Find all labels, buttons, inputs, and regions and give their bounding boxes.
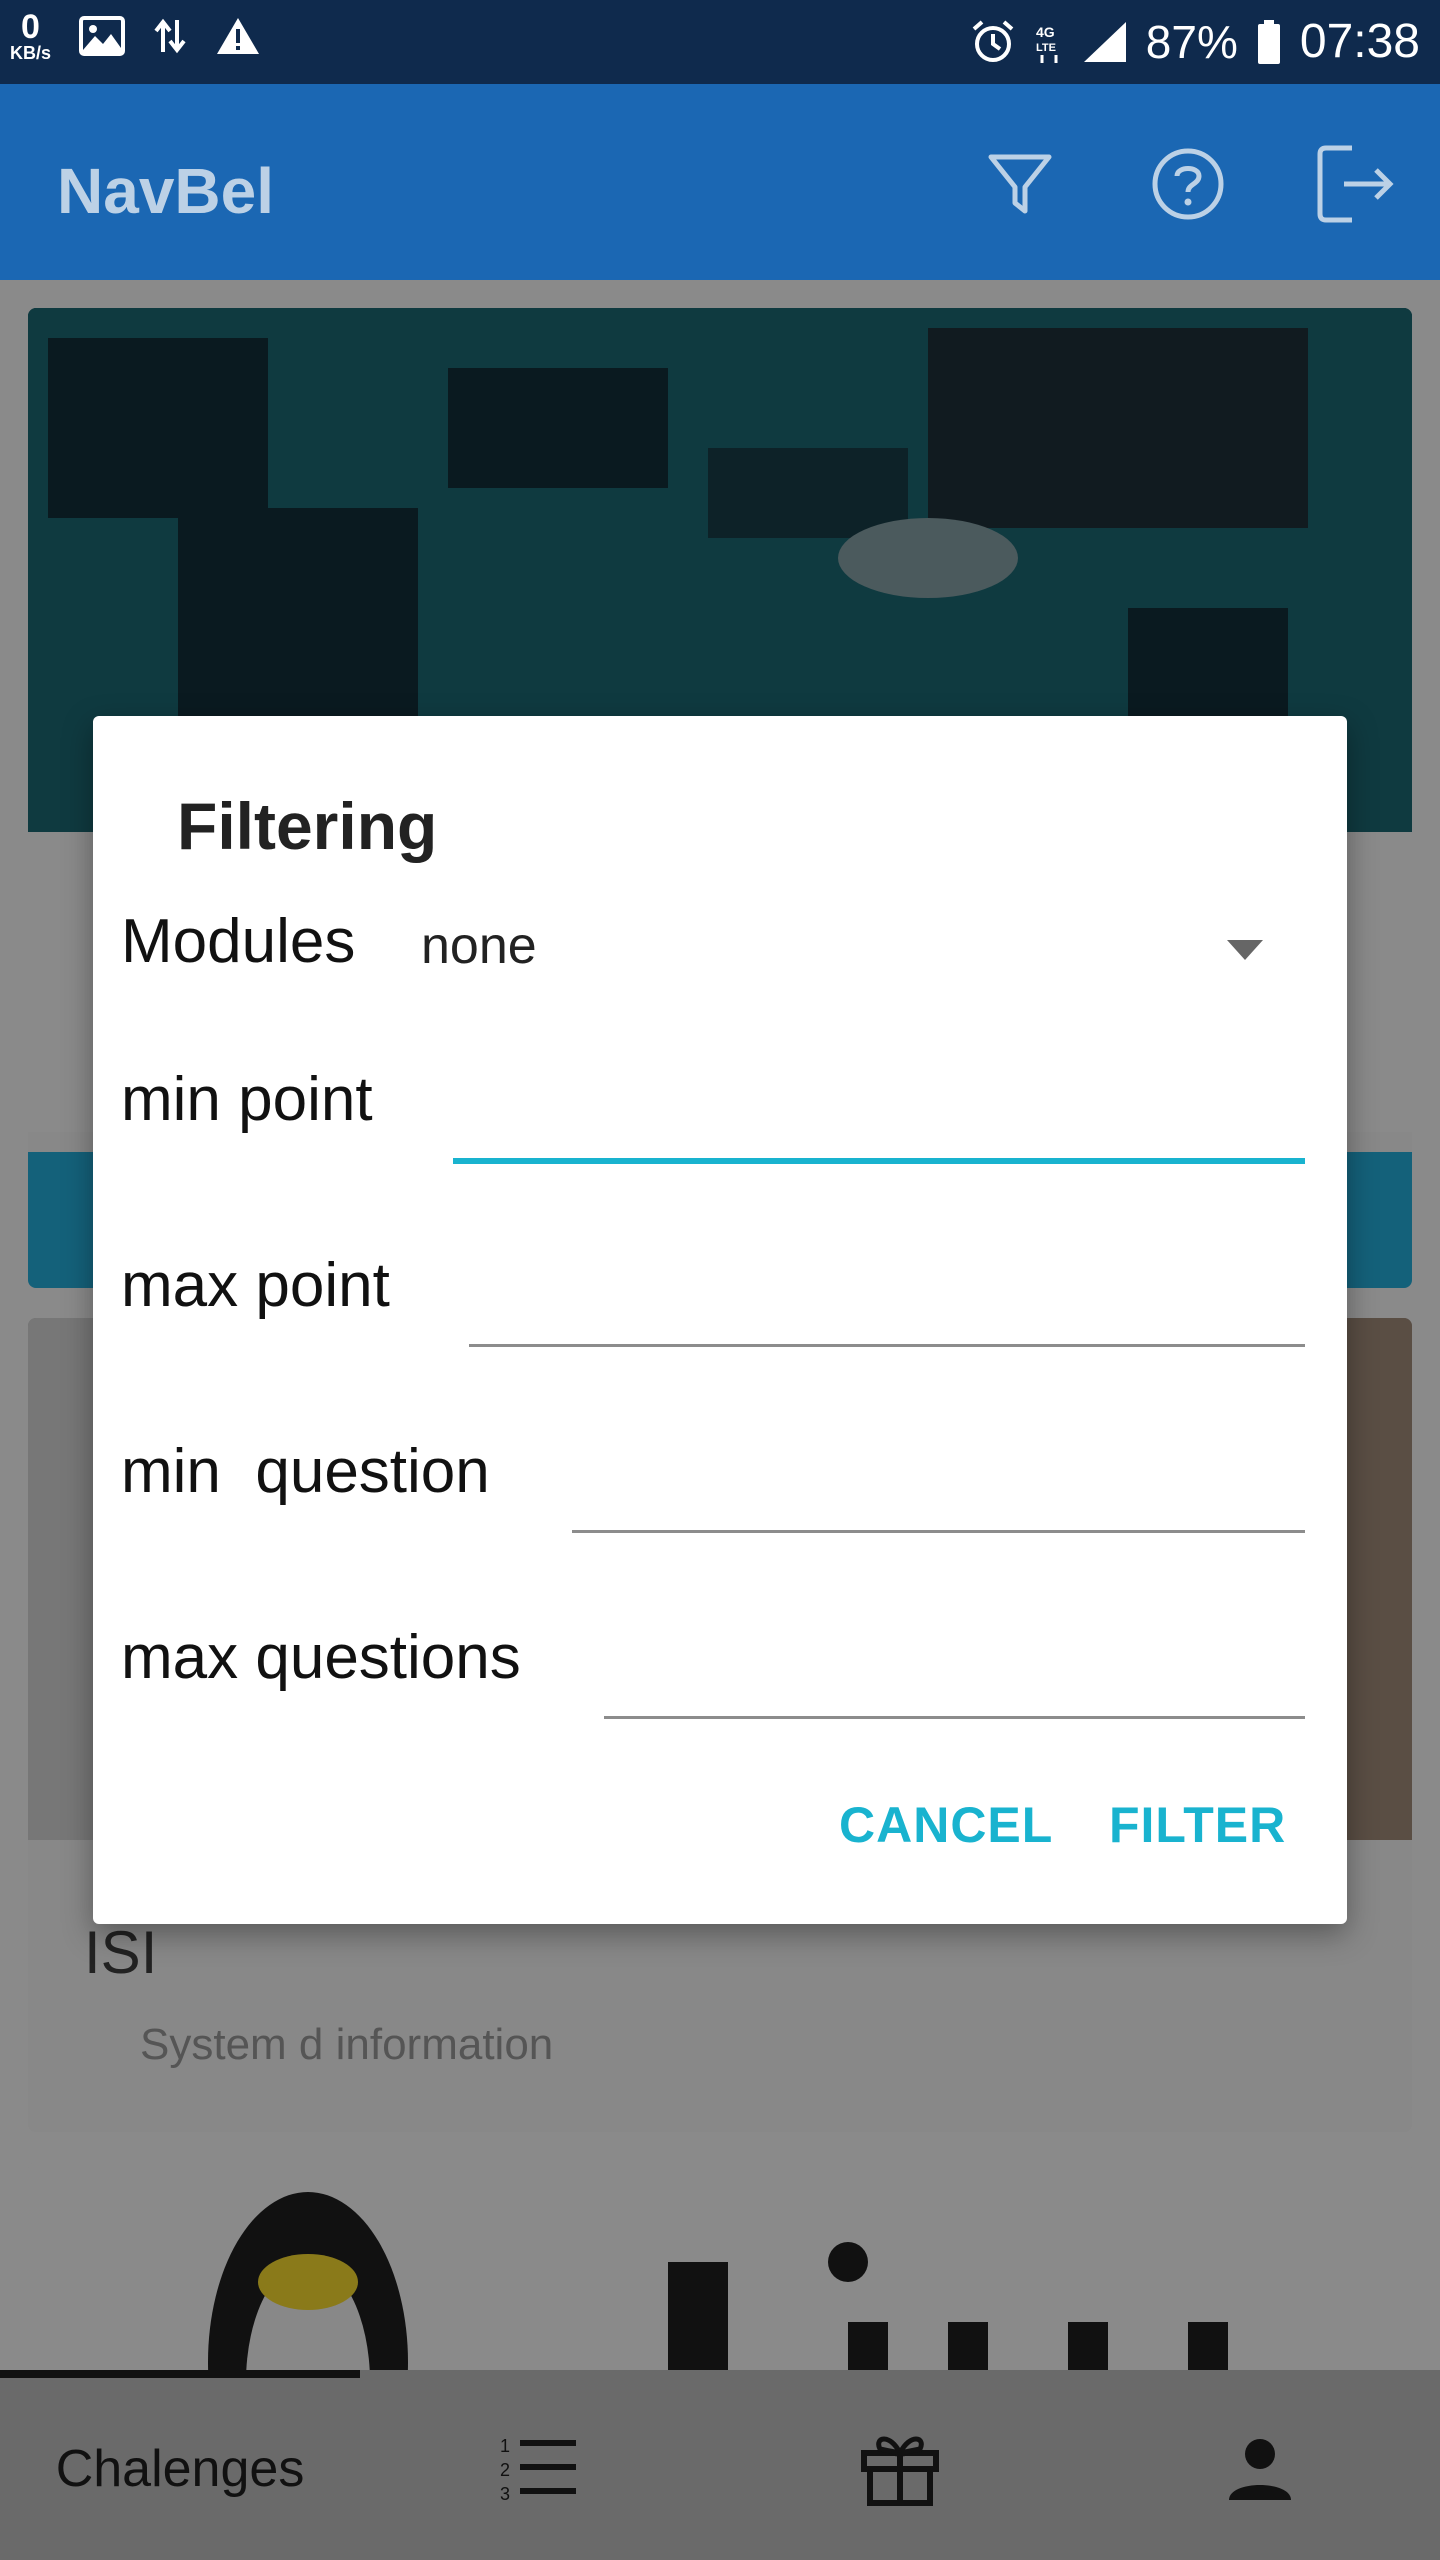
tab-profile[interactable]	[1080, 2378, 1440, 2560]
app-bar: NavBel	[0, 84, 1440, 280]
status-left: 0 KB/s	[10, 10, 261, 62]
tab-chalenges-label: Chalenges	[55, 2440, 305, 2498]
alarm-icon	[972, 19, 1014, 62]
cancel-button[interactable]: CANCEL	[839, 1796, 1053, 1854]
modules-label: Modules	[121, 907, 356, 976]
max-point-underline	[469, 1344, 1305, 1347]
card-title: ISI	[84, 1919, 158, 1986]
min-point-underline	[453, 1158, 1305, 1164]
min-question-label: min question	[121, 1437, 490, 1506]
tab-indicator	[0, 2370, 360, 2378]
max-questions-row: max questions	[121, 1614, 1305, 1734]
card-subtitle: System d information	[140, 2020, 554, 2069]
battery-icon	[1257, 19, 1280, 64]
svg-text:LTE: LTE	[1036, 42, 1056, 54]
gift-icon	[861, 2436, 939, 2506]
battery-percent: 87%	[1145, 15, 1238, 68]
tab-list[interactable]: 1 2 3	[360, 2378, 720, 2560]
tab-chalenges[interactable]: Chalenges	[0, 2378, 360, 2560]
min-question-underline	[572, 1530, 1305, 1533]
dropdown-arrow-icon	[1227, 940, 1263, 960]
logout-button[interactable]	[1308, 136, 1404, 232]
data-transfer-icon	[154, 18, 186, 54]
signal-icon	[1083, 21, 1126, 62]
max-point-label: max point	[121, 1251, 390, 1320]
filter-icon	[988, 154, 1052, 214]
min-question-row: min question	[121, 1428, 1305, 1548]
min-point-label: min point	[121, 1065, 373, 1134]
filter-button[interactable]: FILTER	[1109, 1796, 1286, 1854]
linux-logo-image	[28, 2162, 1412, 2370]
modules-dropdown[interactable]: none	[421, 906, 1305, 986]
person-icon	[1229, 2439, 1291, 2500]
logout-icon	[1317, 145, 1394, 223]
help-button[interactable]	[1140, 136, 1236, 232]
app-title: NavBel	[57, 155, 274, 227]
max-questions-input[interactable]	[604, 1614, 1305, 1714]
net-speed-unit: KB/s	[10, 43, 52, 63]
max-point-input[interactable]	[469, 1242, 1305, 1342]
svg-text:4G: 4G	[1036, 24, 1055, 40]
bottom-navigation: Chalenges 1 2 3	[0, 2370, 1440, 2560]
max-point-row: max point	[121, 1242, 1305, 1362]
svg-text:2: 2	[500, 2460, 510, 2480]
filter-button[interactable]	[972, 136, 1068, 232]
lte-icon: 4G LTE	[1036, 24, 1058, 63]
filter-dialog: Filtering Modules none min point max poi…	[93, 716, 1347, 1924]
modules-selected-value: none	[421, 917, 537, 975]
max-questions-underline	[604, 1716, 1305, 1719]
tab-rewards[interactable]	[720, 2378, 1080, 2560]
gallery-icon	[79, 16, 126, 56]
dialog-title: Filtering	[177, 789, 438, 863]
svg-text:1: 1	[500, 2436, 510, 2456]
status-bar: 0 KB/s 4G LTE 87% 07:38	[0, 0, 1440, 84]
warning-icon	[217, 18, 260, 54]
status-right: 4G LTE 87% 07:38	[970, 14, 1420, 69]
modules-row: Modules none	[121, 906, 1305, 986]
net-speed: 0 KB/s	[10, 10, 51, 62]
min-point-row: min point	[121, 1056, 1305, 1176]
svg-text:3: 3	[500, 2484, 510, 2504]
challenge-card[interactable]	[28, 2162, 1412, 2370]
list-numbered-icon: 1 2 3	[500, 2436, 576, 2504]
min-question-input[interactable]	[572, 1428, 1305, 1528]
max-questions-label: max questions	[121, 1623, 521, 1692]
net-speed-value: 0	[21, 8, 40, 46]
clock: 07:38	[1299, 15, 1420, 68]
min-point-input[interactable]	[453, 1056, 1305, 1156]
help-icon	[1152, 148, 1224, 220]
